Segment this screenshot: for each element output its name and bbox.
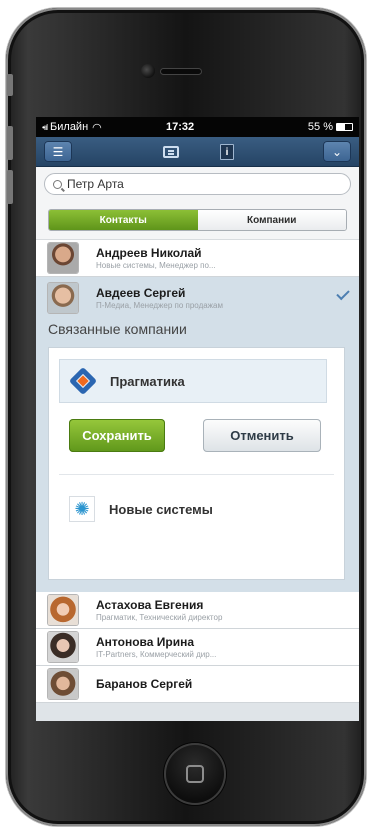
- dropdown-button[interactable]: ⌄: [323, 141, 351, 162]
- camera-icon: [141, 64, 155, 78]
- contact-row[interactable]: Баранов Сергей: [36, 666, 359, 703]
- related-companies-panel: Связанные компании Прагматика Сохранить …: [36, 319, 359, 592]
- app-screen: •ııl Билайн ◠ 17:32 55 % ☰ i ⌄ Петр Арта…: [36, 117, 359, 721]
- contact-name: Астахова Евгения: [96, 597, 204, 612]
- info-icon: i: [220, 144, 234, 160]
- contact-name: Антонова Ирина: [96, 634, 195, 649]
- segment-control-wrap: Контакты Компании: [36, 200, 359, 240]
- company-item-pragmatika[interactable]: Прагматика: [59, 359, 327, 403]
- avatar: [48, 632, 78, 662]
- contact-subtitle: Прагматик, Технический директор: [96, 612, 223, 622]
- battery-icon: [336, 123, 353, 131]
- company-item-novye-sistemy[interactable]: ✺ Новые системы: [59, 487, 327, 531]
- search-value: Петр Арта: [67, 177, 124, 191]
- contact-name: Баранов Сергей: [96, 677, 193, 691]
- search-icon: [53, 179, 62, 189]
- status-time: 17:32: [166, 121, 195, 133]
- menu-button[interactable]: ☰: [44, 141, 72, 162]
- contact-subtitle: IT-Partners, Коммерческий дир...: [96, 649, 217, 659]
- avatar: [48, 595, 78, 625]
- company-name: Новые системы: [109, 501, 213, 517]
- menu-icon: ☰: [52, 144, 64, 159]
- contact-row[interactable]: Антонова Ирина IT-Partners, Коммерческий…: [36, 629, 359, 666]
- wifi-icon: ◠: [92, 121, 102, 134]
- carrier-name: Билайн: [50, 121, 89, 133]
- battery-percent: 55 %: [307, 121, 333, 133]
- related-companies-card: Прагматика Сохранить Отменить ✺ Новые си…: [48, 347, 345, 580]
- search-bar: Петр Арта: [36, 167, 359, 200]
- save-button[interactable]: Сохранить: [69, 419, 165, 452]
- home-button[interactable]: [164, 743, 226, 805]
- tab-companies[interactable]: Компании: [197, 210, 346, 230]
- avatar: [48, 669, 78, 699]
- speaker-grille: [161, 69, 201, 74]
- cancel-button[interactable]: Отменить: [203, 419, 321, 452]
- pragmatika-logo: [70, 368, 96, 394]
- tab-contacts[interactable]: Контакты: [49, 210, 198, 230]
- avatar: [48, 243, 78, 273]
- mute-switch: [7, 74, 13, 96]
- novye-sistemy-logo: ✺: [69, 496, 95, 522]
- contact-subtitle: Новые системы, Менеджер по...: [96, 260, 216, 270]
- avatar: [48, 283, 78, 313]
- contact-row[interactable]: Андреев Николай Новые системы, Менеджер …: [36, 240, 359, 277]
- signal-icon: •ııl: [42, 122, 48, 132]
- contact-name: Авдеев Сергей: [96, 285, 186, 300]
- status-bar: •ııl Билайн ◠ 17:32 55 %: [36, 117, 359, 137]
- chevron-down-icon: ⌄: [331, 144, 343, 159]
- segment-control: Контакты Компании: [48, 209, 347, 231]
- check-icon: [336, 286, 350, 301]
- chat-icon: [163, 146, 179, 158]
- company-name: Прагматика: [110, 373, 185, 389]
- divider: [59, 474, 334, 475]
- contact-name: Андреев Николай: [96, 245, 202, 260]
- volume-up-button: [7, 126, 13, 160]
- novye-sistemy-logo-glyph: ✺: [74, 499, 90, 519]
- volume-down-button: [7, 170, 13, 204]
- contact-row-selected[interactable]: Авдеев Сергей П-Медиа, Менеджер по прода…: [36, 277, 359, 319]
- contact-subtitle: П-Медиа, Менеджер по продажам: [96, 300, 223, 310]
- battery-fill: [337, 124, 346, 130]
- contact-list-bottom: Андреев Николай Астахова Евгения Прагмат…: [36, 592, 359, 703]
- info-tab[interactable]: i: [218, 143, 236, 161]
- chat-tab[interactable]: [162, 143, 180, 161]
- search-input[interactable]: Петр Арта: [44, 173, 351, 195]
- contact-row[interactable]: Андреев Николай Астахова Евгения Прагмат…: [36, 592, 359, 629]
- related-companies-title: Связанные компании: [48, 321, 187, 337]
- nav-bar: ☰ i ⌄: [36, 137, 359, 167]
- home-square-icon: [186, 765, 204, 783]
